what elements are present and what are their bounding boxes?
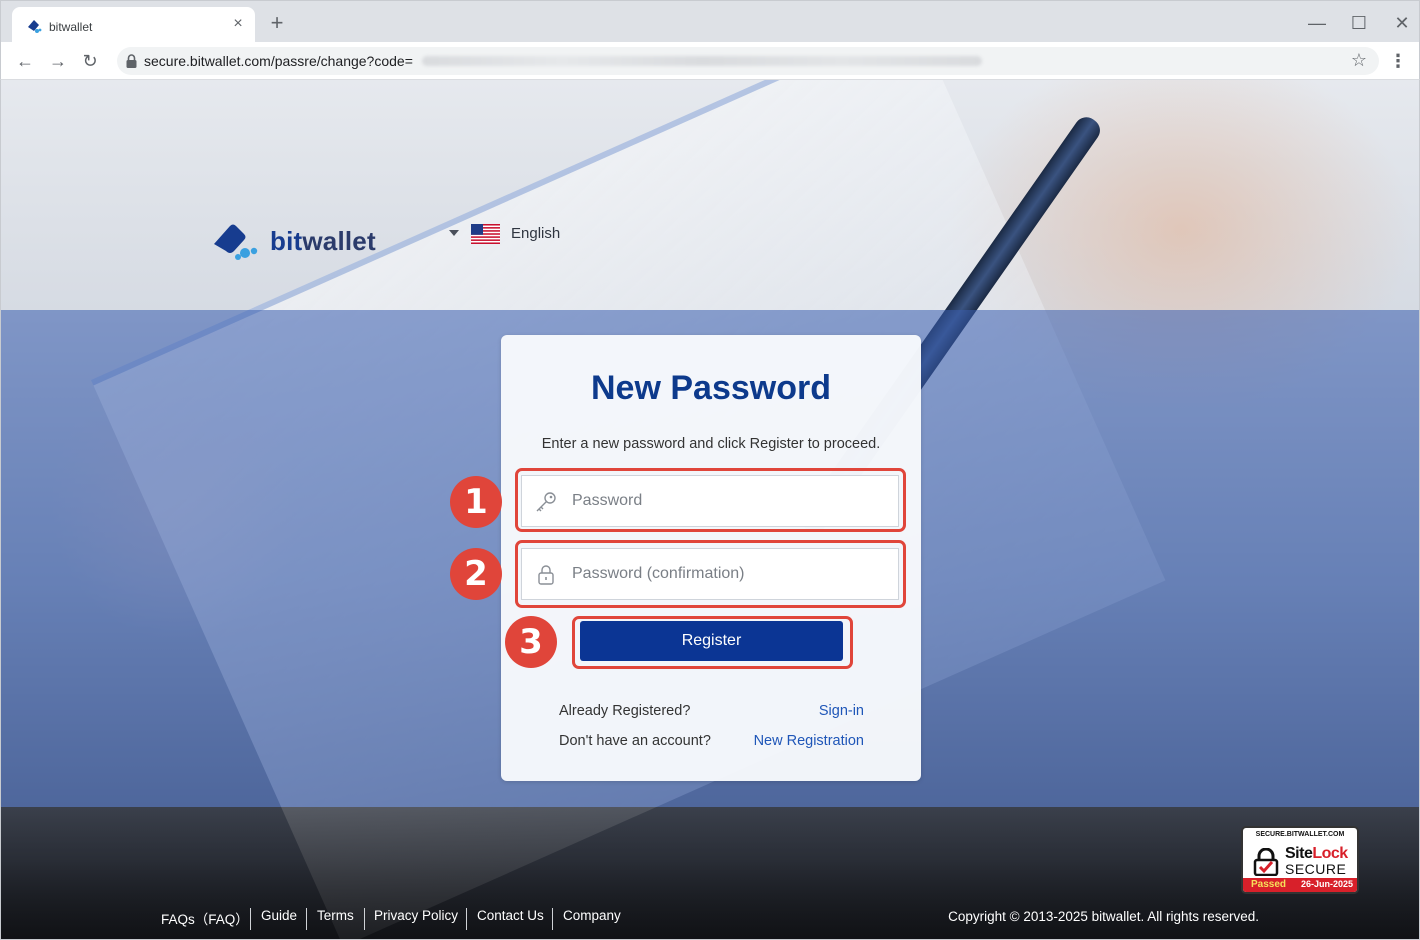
address-bar[interactable]: secure.bitwallet.com/passre/change?code=…: [117, 47, 1379, 75]
footer-link-terms[interactable]: Terms: [317, 908, 354, 923]
step-number-3: 3: [505, 616, 557, 668]
footer-separator: [306, 908, 307, 930]
language-label: English: [511, 225, 561, 242]
footer-link-guide[interactable]: Guide: [261, 908, 297, 923]
registration-row: Don't have an account? New Registration: [559, 733, 864, 763]
bitwallet-logo[interactable]: bitwallet: [212, 222, 392, 262]
highlight-box-3: [572, 616, 853, 669]
step-number-2: 2: [450, 548, 502, 600]
footer-link-faqs[interactable]: FAQs（FAQ）: [161, 908, 249, 928]
footer-separator: [250, 908, 251, 930]
url-blurred-code: [422, 56, 982, 66]
window-minimize-button[interactable]: —: [1305, 11, 1329, 35]
window-close-button[interactable]: ✕: [1390, 11, 1414, 35]
reload-button[interactable]: ↻: [77, 48, 103, 74]
sign-in-link[interactable]: Sign-in: [819, 703, 864, 719]
sitelock-padlock-icon: [1253, 848, 1279, 876]
caret-down-icon: [449, 230, 459, 236]
already-registered-text: Already Registered?: [559, 703, 691, 719]
browser-toolbar: ← → ↻ secure.bitwallet.com/passre/change…: [0, 42, 1420, 80]
bitwallet-logo-icon: [214, 224, 258, 260]
footer-separator: [552, 908, 553, 930]
bitwallet-favicon-icon: [28, 20, 42, 33]
new-registration-link[interactable]: New Registration: [754, 733, 864, 749]
forward-button[interactable]: →: [45, 48, 71, 74]
back-button[interactable]: ←: [12, 48, 38, 74]
account-links: Already Registered? Sign-in Don't have a…: [559, 703, 864, 763]
sitelock-passed: Passed: [1251, 879, 1287, 890]
footer-link-company[interactable]: Company: [563, 908, 621, 923]
sitelock-secure-label: SECURE: [1285, 861, 1347, 877]
footer-link-privacy-policy[interactable]: Privacy Policy: [374, 908, 458, 923]
url-text: secure.bitwallet.com/passre/change?code=: [144, 53, 413, 69]
sitelock-domain: SECURE.BITWALLET.COM: [1255, 831, 1345, 838]
us-flag-icon: [471, 224, 500, 244]
sitelock-date: 26-Jun-2025: [1300, 879, 1353, 889]
window-maximize-button[interactable]: ☐: [1347, 11, 1371, 35]
card-description: Enter a new password and click Register …: [541, 436, 881, 452]
no-account-text: Don't have an account?: [559, 733, 711, 749]
step-number-1: 1: [450, 476, 502, 528]
highlight-box-2: [515, 540, 906, 608]
card-title: New Password: [591, 369, 831, 407]
lock-icon: [126, 54, 137, 68]
web-page: bitwallet English New Password Enter a n…: [0, 80, 1420, 940]
highlight-box-1: [515, 468, 906, 532]
star-icon[interactable]: ☆: [1351, 50, 1367, 71]
browser-menu-button[interactable]: ⋮: [1385, 48, 1411, 74]
sign-in-row: Already Registered? Sign-in: [559, 703, 864, 733]
tab-close-button[interactable]: ×: [229, 15, 247, 33]
logo-text-wallet: wallet: [302, 226, 376, 256]
sitelock-status-bar: Passed 26-Jun-2025: [1243, 878, 1357, 892]
browser-tab[interactable]: bitwallet ×: [12, 7, 255, 43]
tab-title: bitwallet: [49, 20, 93, 34]
sitelock-name-lock: Lock: [1312, 845, 1348, 862]
footer-separator: [364, 908, 365, 930]
sitelock-name-site: Site: [1285, 845, 1313, 862]
copyright-text: Copyright © 2013-2025 bitwallet. All rig…: [948, 909, 1259, 924]
browser-tab-strip: bitwallet × + — ☐ ✕: [0, 0, 1420, 43]
footer-link-contact-us[interactable]: Contact Us: [477, 908, 544, 923]
logo-text-bit: bit: [270, 226, 303, 256]
footer-separator: [466, 908, 467, 930]
new-tab-button[interactable]: +: [265, 11, 289, 35]
sitelock-badge[interactable]: SECURE.BITWALLET.COM SiteLock SECURE Pas…: [1241, 826, 1359, 894]
